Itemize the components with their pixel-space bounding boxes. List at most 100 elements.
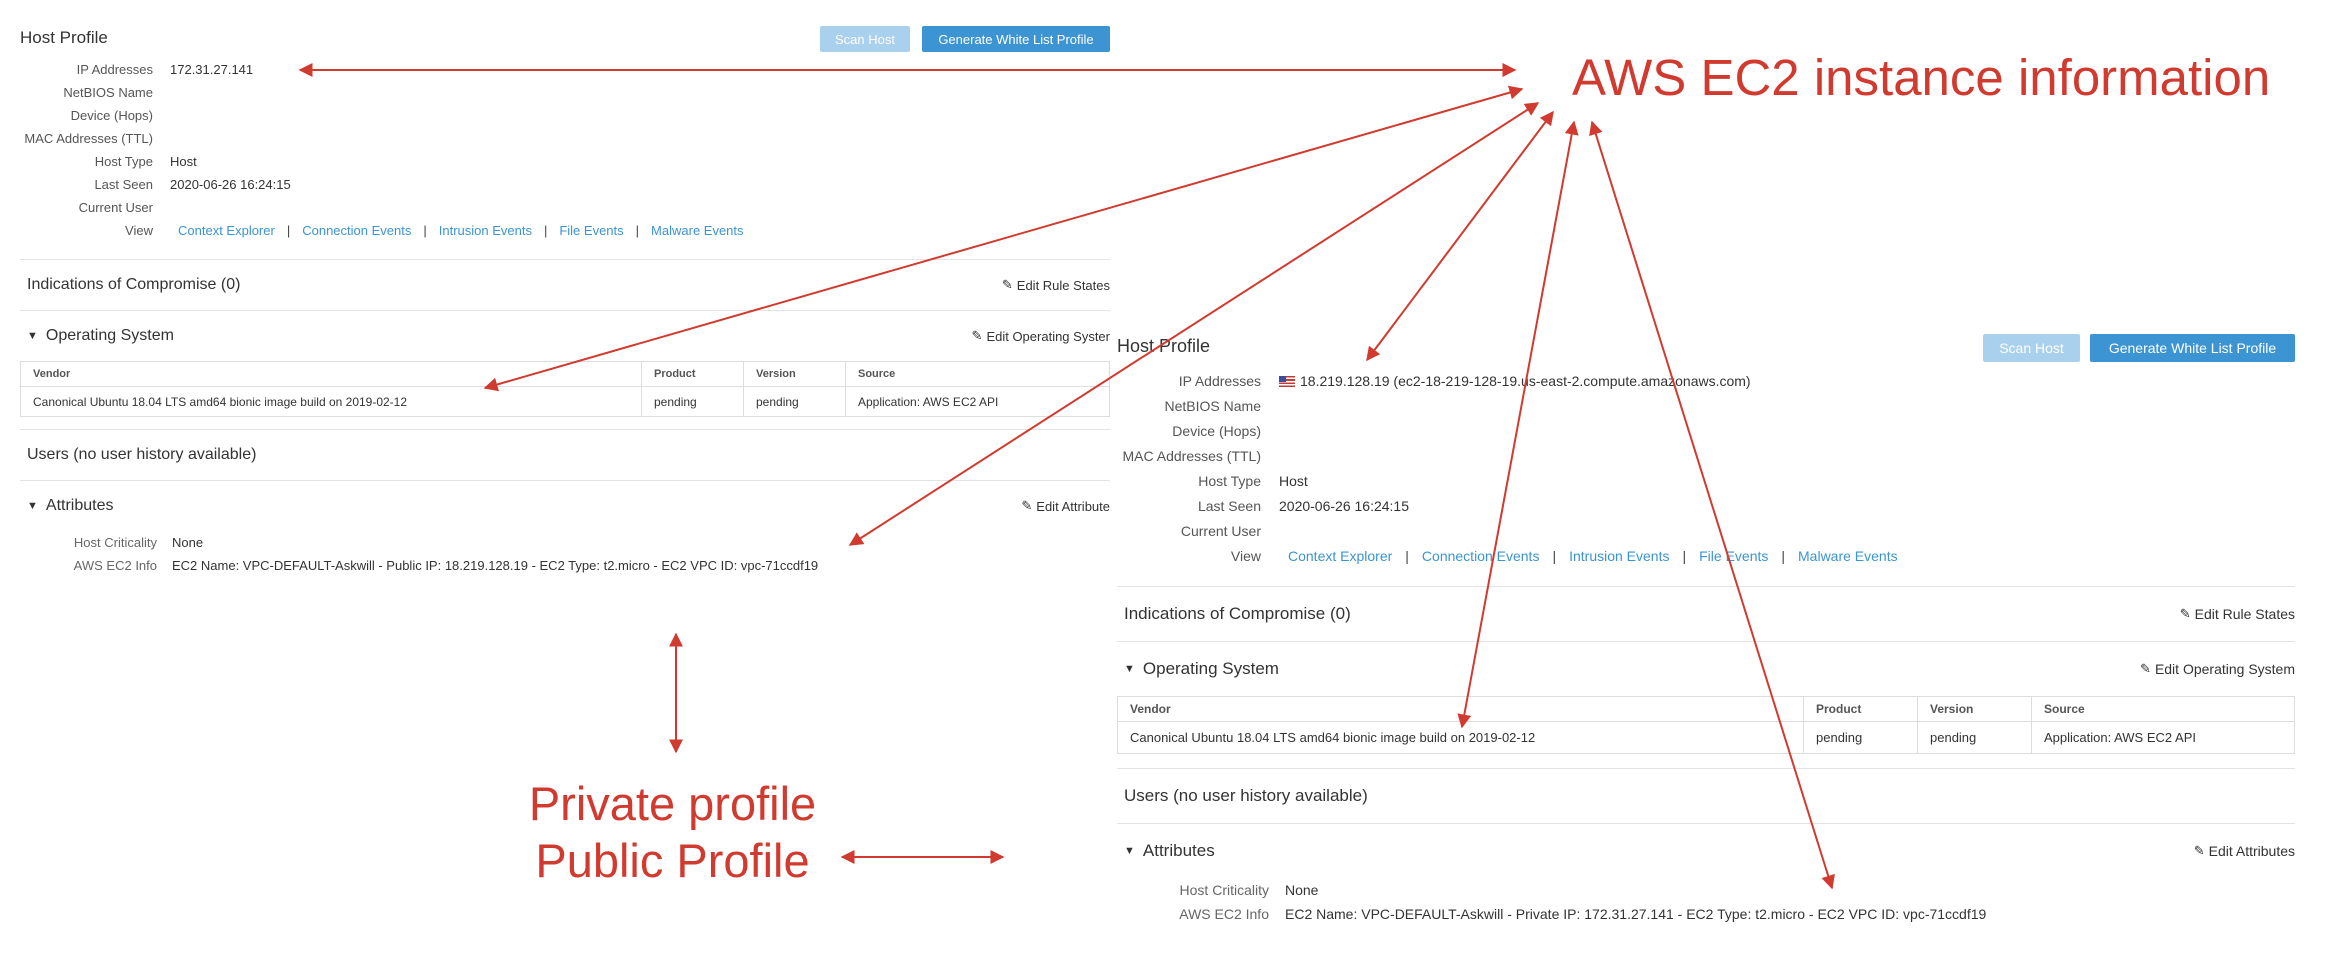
attr-label: AWS EC2 Info (73, 558, 157, 573)
column-header[interactable]: Product (641, 361, 744, 387)
column-header[interactable]: Vendor (1117, 696, 1804, 722)
view-links-row: View Context Explorer | Connection Event… (20, 219, 1110, 242)
attr-label: Host Criticality (1179, 882, 1269, 898)
host-profile-header: Host Profile Scan Host Generate White Li… (20, 26, 1110, 58)
version-cell: pending (1917, 721, 2032, 754)
connection-events-link[interactable]: Connection Events (1422, 548, 1540, 564)
edit-operating-system-button[interactable]: ✎ Edit Operating Syster (972, 328, 1110, 344)
pencil-icon: ✎ (1001, 277, 1013, 292)
edit-label: Edit Attribute (1036, 498, 1110, 514)
link-separator: | (1682, 547, 1687, 564)
field-value: Host (170, 154, 197, 169)
attributes-section-header[interactable]: ▼ Attributes ✎ Edit Attributes (1117, 824, 2295, 878)
field-label: NetBIOS Name (63, 85, 153, 100)
attr-value: EC2 Name: VPC-DEFAULT-Askwill - Public I… (172, 558, 819, 573)
attr-label: AWS EC2 Info (1179, 906, 1269, 922)
table-header-row: Vendor Product Version Source (1117, 696, 2295, 722)
generate-white-list-button[interactable]: Generate White List Profile (2090, 334, 2295, 362)
generate-white-list-button[interactable]: Generate White List Profile (922, 26, 1110, 52)
host-profile-title: Host Profile (20, 28, 108, 47)
field-ip-addresses: IP Addresses 18.219.128.19 (ec2-18-219-12… (1117, 368, 2295, 393)
connection-events-link[interactable]: Connection Events (302, 223, 411, 238)
link-separator: | (286, 223, 291, 238)
version-cell: pending (743, 386, 846, 417)
attr-host-criticality: Host Criticality None (1117, 878, 2295, 902)
profile-annotation-labels: Private profile Public Profile (440, 775, 905, 889)
column-header[interactable]: Version (743, 361, 846, 387)
attributes-title: Attributes (45, 497, 114, 514)
edit-operating-system-button[interactable]: ✎ Edit Operating System (2140, 661, 2295, 677)
scan-host-button[interactable]: Scan Host (820, 26, 910, 52)
edit-label: Edit Operating System (2154, 661, 2295, 677)
attr-aws-ec2-info: AWS EC2 Info EC2 Name: VPC-DEFAULT-Askwil… (20, 554, 1110, 577)
link-separator: | (635, 223, 640, 238)
edit-label: Edit Operating Syster (986, 328, 1110, 344)
pencil-icon: ✎ (1021, 498, 1033, 513)
os-section-header[interactable]: ▼ Operating System ✎ Edit Operating Syste… (20, 311, 1110, 361)
field-value: 172.31.27.141 (170, 62, 254, 77)
field-value: 2020-06-26 16:24:15 (170, 177, 291, 192)
column-header[interactable]: Version (1917, 696, 2032, 722)
table-row: Canonical Ubuntu 18.04 LTS amd64 bionic … (1117, 721, 2295, 754)
view-links-row: View Context Explorer | Connection Event… (1117, 543, 2295, 568)
column-header[interactable]: Source (845, 361, 1110, 387)
link-separator: | (543, 223, 548, 238)
malware-events-link[interactable]: Malware Events (651, 223, 743, 238)
attr-value: None (172, 535, 204, 550)
field-host-type: Host Type Host (20, 150, 1110, 173)
file-events-link[interactable]: File Events (1699, 548, 1768, 564)
malware-events-link[interactable]: Malware Events (1798, 548, 1898, 564)
triangle-down-icon[interactable]: ▼ (27, 500, 38, 512)
os-section-header[interactable]: ▼ Operating System ✎ Edit Operating Syste… (1117, 642, 2295, 696)
triangle-down-icon[interactable]: ▼ (27, 330, 38, 342)
pencil-icon: ✎ (2179, 606, 2191, 621)
attributes-title: Attributes (1142, 841, 1215, 860)
field-value: 18.219.128.19 (ec2-18-219-128-19.us-east… (1300, 372, 1751, 389)
column-header[interactable]: Source (2031, 696, 2295, 722)
context-explorer-link[interactable]: Context Explorer (178, 223, 275, 238)
product-cell: pending (641, 386, 744, 417)
users-section-header: Users (no user history available) (1117, 769, 2295, 823)
field-label: IP Addresses (76, 62, 153, 77)
table-header-row: Vendor Product Version Source (20, 361, 1110, 387)
context-explorer-link[interactable]: Context Explorer (1288, 548, 1392, 564)
link-separator: | (1552, 547, 1557, 564)
column-header[interactable]: Product (1803, 696, 1918, 722)
view-label: View (1230, 547, 1261, 564)
arrow-public-ip (1366, 110, 1554, 362)
triangle-down-icon[interactable]: ▼ (1124, 663, 1135, 675)
public-profile-label: Public Profile (535, 834, 810, 887)
link-separator: | (1781, 547, 1786, 564)
users-section-header: Users (no user history available) (20, 430, 1110, 480)
field-value-wrap: 18.219.128.19 (ec2-18-219-128-19.us-east… (1279, 373, 1751, 389)
edit-label: Edit Attributes (2208, 843, 2295, 859)
scan-host-button[interactable]: Scan Host (1983, 334, 2080, 362)
ioc-title: Indications of Compromise (0) (1124, 604, 1351, 623)
source-cell: Application: AWS EC2 API (845, 386, 1110, 417)
intrusion-events-link[interactable]: Intrusion Events (1569, 548, 1669, 564)
ioc-section-header: Indications of Compromise (0) ✎ Edit Rule… (20, 260, 1110, 310)
pencil-icon: ✎ (2193, 843, 2205, 858)
field-label: IP Addresses (1178, 372, 1261, 389)
edit-label: Edit Rule States (2194, 606, 2295, 622)
pencil-icon: ✎ (971, 328, 983, 343)
column-header[interactable]: Vendor (20, 361, 642, 387)
field-host-type: Host Type Host (1117, 468, 2295, 493)
file-events-link[interactable]: File Events (559, 223, 623, 238)
edit-rule-states-button[interactable]: ✎ Edit Rule States (1002, 277, 1110, 293)
field-ip-addresses: IP Addresses 172.31.27.141 (20, 58, 1110, 81)
view-links: Context Explorer | Connection Events | I… (170, 223, 752, 238)
field-label: Current User (1180, 522, 1261, 539)
field-netbios-name: NetBIOS Name (1117, 393, 2295, 418)
attributes-section-header[interactable]: ▼ Attributes ✎ Edit Attribute (20, 481, 1110, 531)
intrusion-events-link[interactable]: Intrusion Events (439, 223, 532, 238)
edit-rule-states-button[interactable]: ✎ Edit Rule States (2180, 606, 2295, 622)
edit-attributes-button[interactable]: ✎ Edit Attribute (1021, 498, 1110, 514)
attr-host-criticality: Host Criticality None (20, 531, 1110, 554)
link-separator: | (1405, 547, 1409, 564)
field-value: Host (1279, 472, 1308, 489)
field-device-hops: Device (Hops) (20, 104, 1110, 127)
triangle-down-icon[interactable]: ▼ (1124, 845, 1135, 857)
edit-attributes-button[interactable]: ✎ Edit Attributes (2194, 843, 2295, 859)
host-profile-header: Host Profile Scan Host Generate White Li… (1117, 334, 2295, 368)
